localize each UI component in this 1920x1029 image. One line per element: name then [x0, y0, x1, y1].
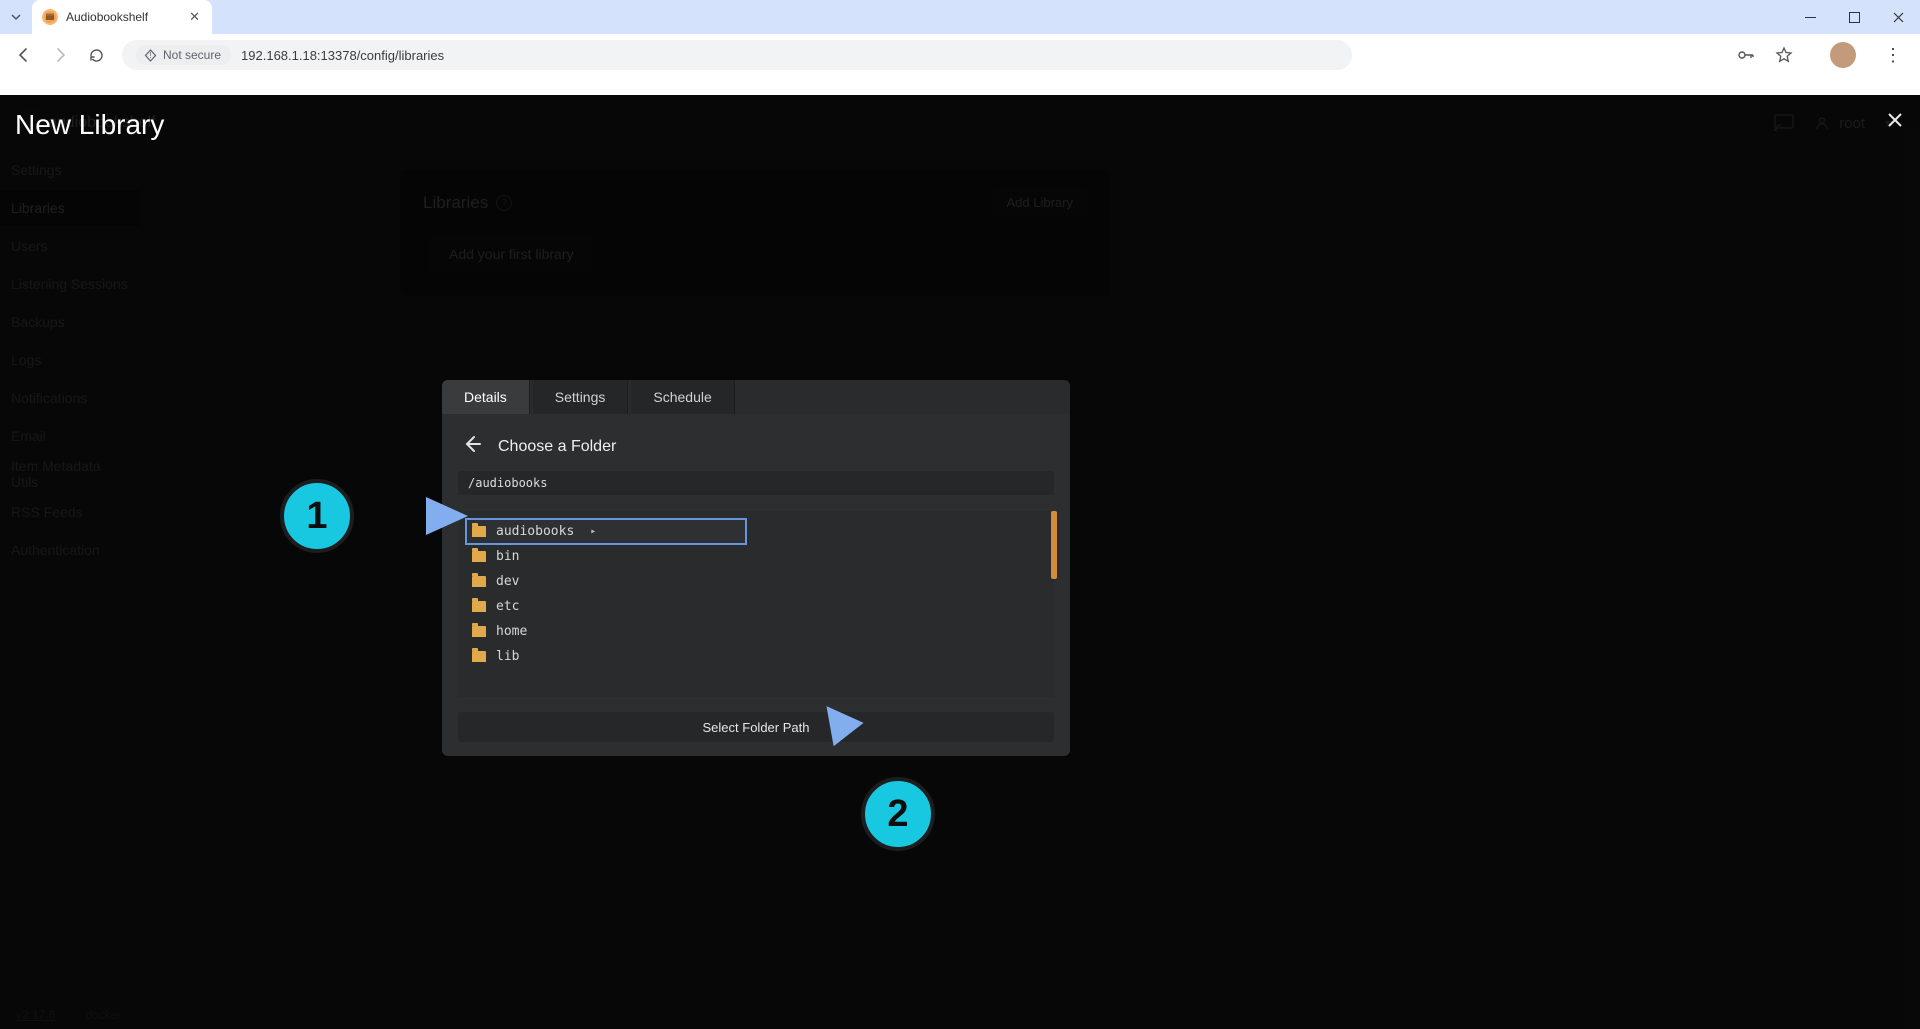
- folder-icon: [472, 551, 486, 562]
- modal-tabstrip: DetailsSettingsSchedule: [442, 380, 1070, 414]
- browser-toolbar: ! Not secure 192.168.1.18:13378/config/l…: [0, 34, 1920, 76]
- profile-avatar[interactable]: [1830, 42, 1856, 68]
- url-text: 192.168.1.18:13378/config/libraries: [241, 48, 444, 63]
- folder-row-etc[interactable]: etc: [466, 594, 1054, 619]
- folder-icon: [472, 626, 486, 637]
- folder-name: audiobooks: [496, 524, 574, 539]
- tab-title: Audiobookshelf: [66, 10, 181, 24]
- browser-tabstrip: Audiobookshelf ✕: [0, 0, 1920, 34]
- select-folder-path-button[interactable]: Select Folder Path: [458, 712, 1054, 742]
- tab-favicon: [42, 9, 58, 25]
- folder-name: dev: [496, 574, 519, 589]
- new-library-modal: DetailsSettingsSchedule Choose a Folder …: [442, 380, 1070, 756]
- security-chip[interactable]: ! Not secure: [136, 45, 231, 65]
- folder-row-lib[interactable]: lib: [466, 644, 1054, 669]
- window-close-button[interactable]: [1876, 0, 1920, 34]
- modal-tab-settings[interactable]: Settings: [533, 380, 629, 414]
- folder-name: bin: [496, 549, 519, 564]
- folder-icon: [472, 576, 486, 587]
- browser-menu-button[interactable]: ⋮: [1884, 45, 1902, 66]
- folder-name: lib: [496, 649, 519, 664]
- svg-text:!: !: [149, 51, 151, 60]
- bookmark-star-icon[interactable]: [1770, 41, 1798, 69]
- nav-forward-button[interactable]: [44, 39, 76, 71]
- folder-name: home: [496, 624, 527, 639]
- folder-browser: audiobooks ▸ bin dev etc home lib: [458, 511, 1054, 697]
- password-key-icon[interactable]: [1732, 41, 1760, 69]
- scrollbar-thumb[interactable]: [1051, 511, 1057, 579]
- nav-reload-button[interactable]: [80, 39, 112, 71]
- folder-icon: [472, 526, 486, 537]
- modal-tab-details[interactable]: Details: [442, 380, 530, 414]
- window-minimize-button[interactable]: [1788, 0, 1832, 34]
- modal-title: New Library: [15, 109, 164, 141]
- window-maximize-button[interactable]: [1832, 0, 1876, 34]
- folder-icon: [472, 601, 486, 612]
- address-bar[interactable]: ! Not secure 192.168.1.18:13378/config/l…: [122, 40, 1352, 70]
- folder-path-input[interactable]: [458, 471, 1054, 495]
- folder-icon: [472, 651, 486, 662]
- back-arrow-button[interactable]: [462, 434, 482, 459]
- security-label: Not secure: [163, 48, 221, 62]
- modal-close-button[interactable]: [1882, 107, 1908, 133]
- folder-name: etc: [496, 599, 519, 614]
- chooser-title: Choose a Folder: [498, 438, 616, 456]
- modal-tab-schedule[interactable]: Schedule: [631, 380, 734, 414]
- folder-row-audiobooks[interactable]: audiobooks ▸: [466, 519, 746, 544]
- tab-close-icon[interactable]: ✕: [189, 9, 200, 25]
- folder-row-bin[interactable]: bin: [466, 544, 1054, 569]
- folder-row-home[interactable]: home: [466, 619, 1054, 644]
- app-viewport: audiobookshelf root ▾ SettingsLibrariesU…: [0, 95, 1920, 1029]
- tabs-dropdown-button[interactable]: [0, 0, 32, 34]
- folder-row-dev[interactable]: dev: [466, 569, 1054, 594]
- browser-tab[interactable]: Audiobookshelf ✕: [32, 0, 212, 34]
- chevron-right-icon: ▸: [590, 526, 596, 537]
- nav-back-button[interactable]: [8, 39, 40, 71]
